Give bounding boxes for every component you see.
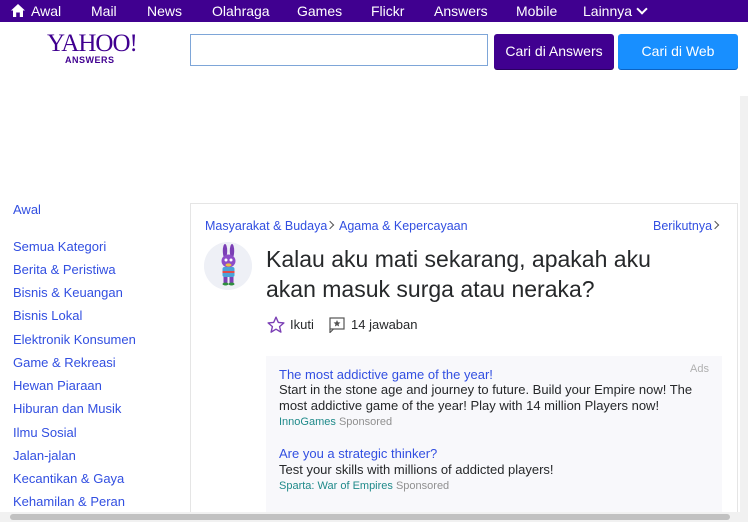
nav-mobile[interactable]: Mobile: [516, 3, 557, 19]
chevron-down-icon: [636, 3, 648, 15]
sidebar-item-travel[interactable]: Jalan-jalan: [13, 448, 76, 464]
ad-title[interactable]: The most addictive game of the year!: [279, 367, 493, 383]
breadcrumb-subcategory[interactable]: Agama & Kepercayaan: [339, 218, 468, 234]
ad-body: Test your skills with millions of addict…: [279, 462, 554, 477]
nav-games[interactable]: Games: [297, 3, 342, 19]
ad-sponsored-label: Sponsored: [338, 416, 393, 428]
nav-news[interactable]: News: [147, 3, 182, 19]
ad-title[interactable]: Are you a strategic thinker?: [279, 446, 437, 462]
answers-icon: [329, 317, 345, 333]
search-web-button[interactable]: Cari di Web: [618, 34, 738, 69]
sidebar-home[interactable]: Awal: [13, 202, 41, 218]
yahoo-logo[interactable]: YAHOO!: [47, 30, 138, 58]
ad-source-name[interactable]: Sparta: War of Empires: [279, 480, 393, 492]
nav-olahraga[interactable]: Olahraga: [212, 3, 270, 19]
nav-more-label: Lainnya: [583, 3, 633, 19]
question-title: Kalau aku mati sekarang, apakah aku akan…: [266, 246, 651, 302]
sidebar-item-pets[interactable]: Hewan Piaraan: [13, 378, 102, 394]
ad-source: Sparta: War of Empires Sponsored: [279, 479, 449, 493]
home-icon[interactable]: [10, 3, 26, 18]
follow-button[interactable]: Ikuti: [290, 316, 314, 334]
nav-mail[interactable]: Mail: [91, 3, 117, 19]
next-question-link[interactable]: Berikutnya: [653, 218, 712, 234]
ad-source-name[interactable]: InnoGames: [279, 416, 336, 428]
ads-label: Ads: [690, 363, 709, 375]
sidebar-item-news[interactable]: Berita & Peristiwa: [13, 262, 116, 278]
ad-body: Start in the stone age and journey to fu…: [279, 382, 693, 413]
nav-flickr[interactable]: Flickr: [371, 3, 404, 19]
sidebar-item-social-science[interactable]: Ilmu Sosial: [13, 425, 77, 441]
sidebar-item-all-categories[interactable]: Semua Kategori: [13, 239, 106, 255]
top-nav-bar: Awal Mail News Olahraga Games Flickr Ans…: [0, 0, 748, 22]
nav-more[interactable]: Lainnya: [583, 3, 648, 19]
avatar[interactable]: [204, 242, 252, 290]
sidebar-item-games-recreation[interactable]: Game & Rekreasi: [13, 355, 116, 371]
vertical-scrollbar[interactable]: [740, 96, 748, 514]
sidebar-item-business-finance[interactable]: Bisnis & Keuangan: [13, 285, 123, 301]
search-input[interactable]: [190, 34, 488, 66]
sidebar-item-pregnancy-parenting[interactable]: Kehamilan & Peran: [13, 494, 125, 510]
horizontal-scrollbar-thumb[interactable]: [10, 514, 730, 520]
answers-logo-subtitle: ANSWERS: [65, 55, 115, 65]
nav-answers[interactable]: Answers: [434, 3, 488, 19]
sidebar-item-consumer-electronics[interactable]: Elektronik Konsumen: [13, 332, 136, 348]
ad-source: InnoGames Sponsored: [279, 415, 392, 429]
ad-sponsored-label: Sponsored: [395, 480, 450, 492]
sidebar-item-local-business[interactable]: Bisnis Lokal: [13, 308, 82, 324]
star-icon[interactable]: [267, 316, 285, 334]
breadcrumb-category[interactable]: Masyarakat & Budaya: [205, 218, 327, 234]
nav-home[interactable]: Awal: [31, 3, 61, 19]
sidebar-item-beauty-style[interactable]: Kecantikan & Gaya: [13, 471, 124, 487]
sidebar-item-entertainment-music[interactable]: Hiburan dan Musik: [13, 401, 121, 417]
answers-count[interactable]: 14 jawaban: [351, 316, 418, 334]
search-answers-button[interactable]: Cari di Answers: [494, 34, 614, 69]
